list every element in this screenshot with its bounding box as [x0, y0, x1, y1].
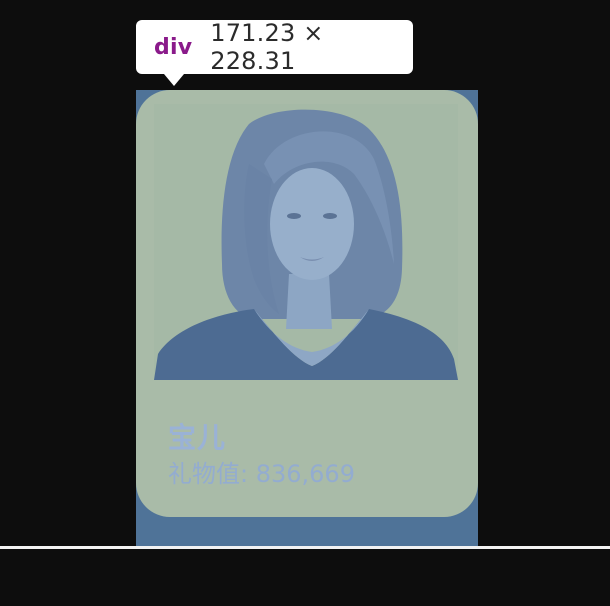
card-name: 宝儿 — [168, 421, 227, 454]
portrait-image — [154, 109, 458, 380]
highlighted-element-overlay: 宝儿 礼物值: 836,669 — [136, 90, 478, 546]
profile-card[interactable]: 宝儿 礼物值: 836,669 — [136, 90, 478, 517]
element-size-tooltip: div 171.23 × 228.31 — [136, 19, 413, 86]
viewport-edge-divider — [0, 546, 610, 549]
profile-photo — [154, 104, 458, 380]
tooltip-dimensions: 171.23 × 228.31 — [210, 19, 324, 75]
devtools-inspect-view: div 171.23 × 228.31 宝儿 礼物值: 836,669 — [0, 0, 610, 606]
tooltip-tag-name: div — [154, 34, 193, 60]
gift-value-label: 礼物值: 836,669 — [168, 460, 355, 488]
